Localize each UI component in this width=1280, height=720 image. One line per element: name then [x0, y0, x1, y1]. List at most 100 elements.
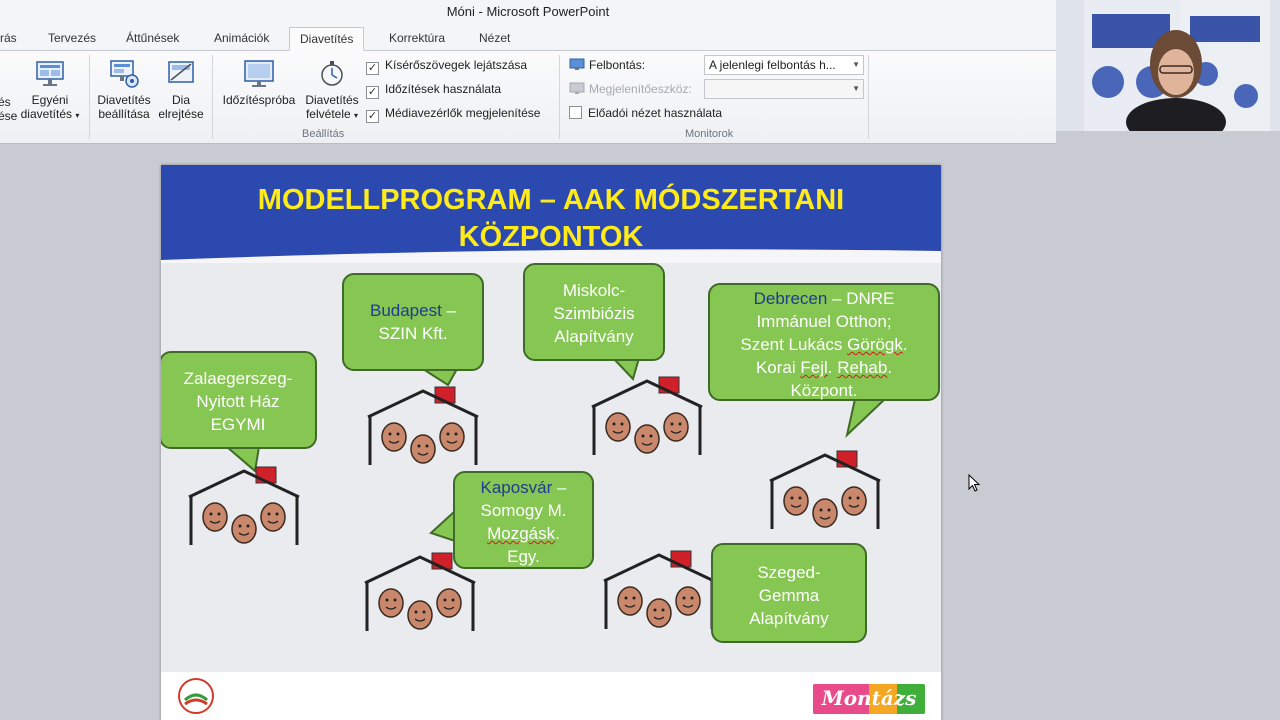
- zalaegerszeg-line-2: Nyitott Ház: [196, 392, 280, 411]
- tab-view[interactable]: Nézet: [469, 27, 520, 51]
- custom-slideshow-label-1: Egyéni: [31, 93, 69, 107]
- face-icon: [410, 434, 436, 464]
- start-slideshow-button-partial[interactable]: és ése: [0, 95, 17, 123]
- tab-home-partial[interactable]: rás: [0, 27, 27, 51]
- szeged-line-1: Szeged-: [757, 563, 821, 582]
- monitor-icon: [569, 82, 585, 94]
- face-icon: [675, 586, 701, 616]
- setup-slideshow-icon: [110, 60, 139, 88]
- hide-slide-label-1: Dia: [171, 93, 190, 107]
- bubble-zalaegerszeg: Zalaegerszeg- Nyitott Ház EGYMI: [161, 351, 317, 449]
- setup-slideshow-button[interactable]: Diavetítés beállítása: [93, 57, 155, 121]
- miskolc-line-1: Miskolc-: [562, 281, 626, 300]
- slide-footer: Montázs: [161, 672, 941, 720]
- play-narrations-label: Kísérőszövegek lejátszása: [385, 58, 528, 72]
- budapest-line-1: Budapest –: [369, 301, 457, 320]
- debrecen-line-4: Korai Fejl. Rehab.: [755, 358, 893, 377]
- header-wave-shape: [161, 249, 941, 263]
- face-icon: [436, 588, 462, 618]
- bubble-tail-kaposvar: [429, 508, 456, 543]
- kaposvar-line-2: Somogy M.: [480, 501, 567, 520]
- window-title-bar: Móni - Microsoft PowerPoint: [0, 0, 1056, 24]
- presenter-view-checkbox[interactable]: Előadói nézet használata: [569, 105, 722, 121]
- group-label-setup: Beállítás: [302, 128, 345, 140]
- record-slideshow-button[interactable]: Diavetítés felvétele ▾: [301, 57, 363, 123]
- face-icon: [231, 514, 257, 544]
- hide-slide-icon: [168, 61, 194, 83]
- face-icon: [646, 598, 672, 628]
- display-on-label: Megjelenítőeszköz:: [589, 82, 692, 96]
- tab-design[interactable]: Tervezés: [38, 27, 106, 51]
- face-icon: [378, 588, 404, 618]
- custom-slideshow-icon: [36, 61, 64, 86]
- checkmark-icon: ✓: [366, 62, 379, 75]
- setup-slideshow-label-1: Diavetítés: [97, 93, 151, 107]
- slide-canvas[interactable]: MODELLPROGRAM – AAK MÓDSZERTANI KÖZPONTO…: [161, 165, 941, 720]
- szeged-line-3: Alapítvány: [749, 609, 829, 628]
- tab-transitions[interactable]: Áttűnések: [116, 27, 189, 51]
- bubble-tail-zalaegerszeg: [224, 446, 261, 473]
- house-debrecen: [769, 450, 881, 529]
- house-zalaegerszeg: [188, 466, 300, 545]
- debrecen-line-2: Immánuel Otthon;: [756, 312, 892, 331]
- tab-review[interactable]: Korrektúra: [379, 27, 455, 51]
- bubble-szeged: Szeged- Gemma Alapítvány: [711, 543, 867, 643]
- resolution-label: Felbontás:: [589, 58, 646, 72]
- stopwatch-icon: [321, 61, 343, 86]
- face-icon: [783, 486, 809, 516]
- face-icon: [634, 424, 660, 454]
- ribbon-separator: [559, 55, 560, 139]
- custom-slideshow-label-2: diavetítés ▾: [20, 107, 80, 121]
- presenter-view-label: Előadói nézet használata: [588, 106, 723, 120]
- montazs-logo: Montázs: [813, 684, 925, 714]
- house-miskolc: [591, 376, 703, 455]
- budapest-line-2: SZIN Kft.: [378, 324, 448, 343]
- tab-animations[interactable]: Animációk: [204, 27, 279, 51]
- start-label-1: és: [0, 95, 11, 109]
- show-media-controls-label: Médiavezérlők megjelenítése: [385, 106, 541, 120]
- zalaegerszeg-line-1: Zalaegerszeg-: [183, 369, 293, 388]
- resolution-select[interactable]: A jelenlegi felbontás h... ▼: [704, 55, 864, 75]
- tab-slideshow[interactable]: Diavetítés: [289, 27, 365, 51]
- resolution-label-row: Felbontás:: [569, 57, 645, 73]
- webcam-video-overlay: [1056, 0, 1280, 131]
- bubble-budapest: Budapest – SZIN Kft.: [342, 273, 484, 371]
- window-title: Móni - Microsoft PowerPoint: [446, 4, 610, 19]
- miskolc-line-3: Alapítvány: [554, 327, 634, 346]
- mouse-cursor-icon: [968, 474, 980, 492]
- display-on-label-row: Megjelenítőeszköz:: [569, 81, 692, 97]
- debrecen-line-3: Szent Lukács Görögk.: [740, 335, 908, 354]
- face-icon: [605, 412, 631, 442]
- bubble-kaposvar: Kaposvár – Somogy M. Mozgásk. Egy.: [453, 471, 594, 569]
- ribbon-panel: és ése Egyéni diavetítés ▾ Diavetítés be…: [0, 51, 1056, 144]
- record-slideshow-label-2: felvétele ▾: [305, 107, 359, 121]
- bubble-tail-budapest: [419, 368, 459, 387]
- ribbon-tab-row: rás Tervezés Áttűnések Animációk Diavetí…: [0, 24, 1056, 51]
- rehearse-timings-button[interactable]: Időzítéspróba: [217, 57, 301, 107]
- face-icon: [202, 502, 228, 532]
- dropdown-arrow-icon: ▼: [852, 60, 860, 69]
- use-timings-label: Időzítések használata: [385, 82, 502, 96]
- house-budapest: [367, 386, 479, 465]
- ribbon-separator: [212, 55, 213, 139]
- face-icon: [617, 586, 643, 616]
- face-icon: [812, 498, 838, 528]
- zalaegerszeg-line-3: EGYMI: [210, 415, 266, 434]
- bubble-tail-debrecen: [845, 398, 888, 438]
- kaposvar-line-1: Kaposvár –: [480, 478, 567, 497]
- ribbon-separator: [868, 55, 869, 139]
- custom-slideshow-button[interactable]: Egyéni diavetítés ▾: [16, 57, 84, 123]
- setup-slideshow-label-2: beállítása: [98, 107, 150, 121]
- bubble-tail-miskolc: [610, 357, 641, 381]
- face-icon: [381, 422, 407, 452]
- play-narrations-checkbox[interactable]: ✓ Kísérőszövegek lejátszása: [366, 57, 528, 75]
- ribbon-separator: [89, 55, 90, 139]
- rehearse-timings-label: Időzítéspróba: [222, 93, 296, 107]
- hide-slide-button[interactable]: Dia elrejtése: [158, 57, 204, 121]
- checkbox-box: [569, 106, 582, 119]
- display-on-select[interactable]: ▼: [704, 79, 864, 99]
- debrecen-line-5: Központ.: [790, 381, 858, 400]
- use-timings-checkbox[interactable]: ✓ Időzítések használata: [366, 81, 502, 99]
- miskolc-line-2: Szimbiózis: [553, 304, 635, 323]
- show-media-controls-checkbox[interactable]: ✓ Médiavezérlők megjelenítése: [366, 105, 541, 123]
